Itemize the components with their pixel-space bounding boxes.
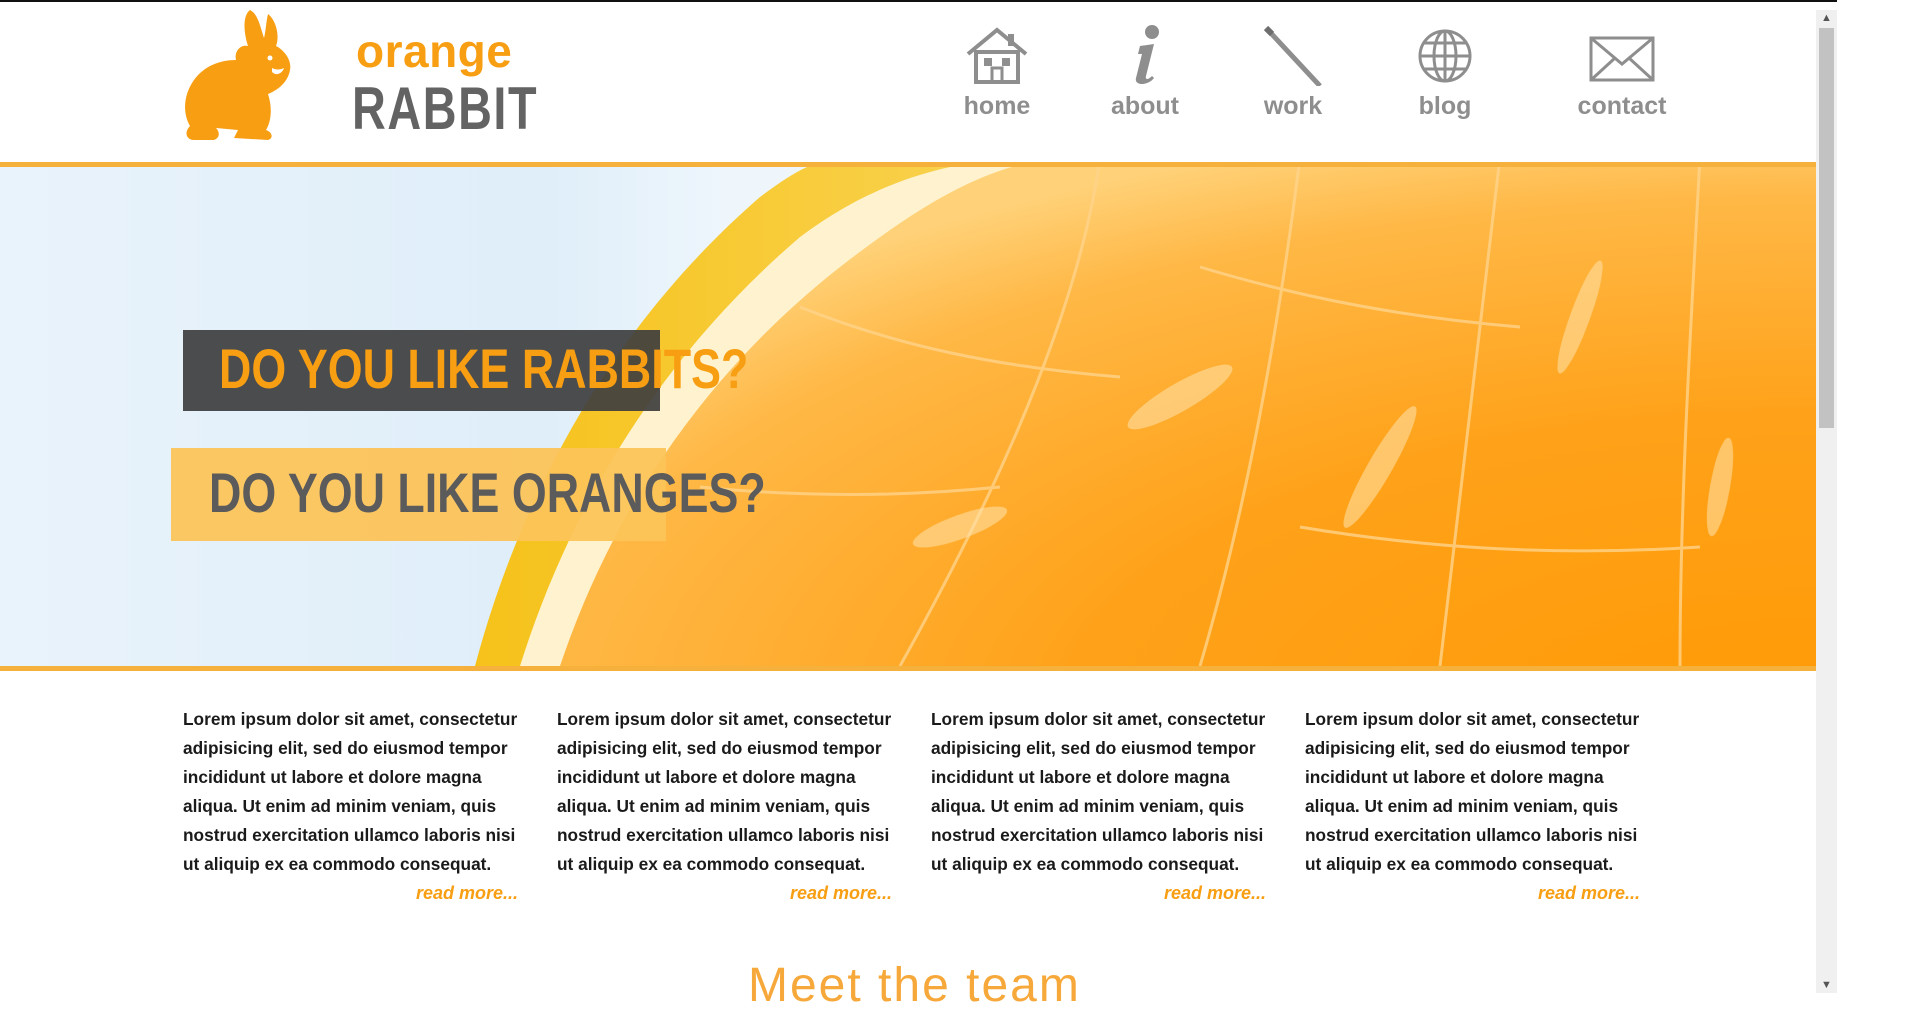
nav-home-label: home — [963, 92, 1031, 120]
pen-icon — [1263, 25, 1322, 86]
nav-contact-label: contact — [1577, 92, 1667, 120]
read-more-link[interactable]: read more... — [557, 879, 902, 908]
vertical-scrollbar[interactable]: ▲ ▼ — [1816, 10, 1837, 993]
nav-contact[interactable]: contact — [1552, 24, 1692, 136]
column-text: Lorem ipsum dolor sit amet, consectetur … — [183, 709, 518, 874]
meet-the-team-heading: Meet the team — [748, 959, 1081, 1012]
nav-blog[interactable]: blog — [1390, 24, 1500, 136]
rabbit-logo-icon[interactable] — [180, 8, 292, 144]
column-text: Lorem ipsum dolor sit amet, consectetur … — [557, 709, 892, 874]
nav-about-label: about — [1110, 92, 1180, 120]
nav-about[interactable]: about — [1090, 24, 1200, 136]
nav-home[interactable]: home — [942, 24, 1052, 136]
scroll-up-arrow-icon[interactable]: ▲ — [1816, 10, 1837, 26]
house-icon — [966, 27, 1028, 84]
info-icon — [1135, 25, 1159, 84]
hero-banner: DO YOU LIKE RABBITS? DO YOU LIKE ORANGES… — [0, 167, 1816, 666]
hero-headline-oranges-text: DO YOU LIKE ORANGES? — [209, 461, 766, 524]
hero-headline-rabbits-text: DO YOU LIKE RABBITS? — [219, 337, 749, 400]
content-column-1: Lorem ipsum dolor sit amet, consectetur … — [183, 705, 528, 908]
read-more-link[interactable]: read more... — [1305, 879, 1650, 908]
nav-work[interactable]: work — [1238, 24, 1348, 136]
hero-headline-rabbits: DO YOU LIKE RABBITS? — [183, 330, 748, 411]
column-text: Lorem ipsum dolor sit amet, consectetur … — [931, 709, 1266, 874]
content-column-3: Lorem ipsum dolor sit amet, consectetur … — [931, 705, 1276, 908]
window-margin — [1837, 0, 1921, 993]
globe-icon — [1418, 29, 1472, 83]
content-column-4: Lorem ipsum dolor sit amet, consectetur … — [1305, 705, 1650, 908]
scrollbar-thumb[interactable] — [1819, 28, 1834, 428]
content-column-2: Lorem ipsum dolor sit amet, consectetur … — [557, 705, 902, 908]
scroll-down-arrow-icon[interactable]: ▼ — [1816, 977, 1837, 993]
envelope-icon — [1589, 36, 1655, 82]
hero-divider — [0, 666, 1816, 671]
hero-headline-oranges: DO YOU LIKE ORANGES? — [171, 448, 766, 541]
nav-work-label: work — [1263, 92, 1323, 120]
column-text: Lorem ipsum dolor sit amet, consectetur … — [1305, 709, 1640, 874]
logo-text-top[interactable]: orange — [356, 24, 512, 78]
logo-text-bottom[interactable]: RABBIT — [352, 74, 538, 143]
read-more-link[interactable]: read more... — [183, 879, 528, 908]
site-header: orange RABBIT home about work blog conta… — [0, 2, 1816, 164]
nav-blog-label: blog — [1418, 92, 1472, 120]
orange-slice-image — [475, 167, 1816, 666]
read-more-link[interactable]: read more... — [931, 879, 1276, 908]
